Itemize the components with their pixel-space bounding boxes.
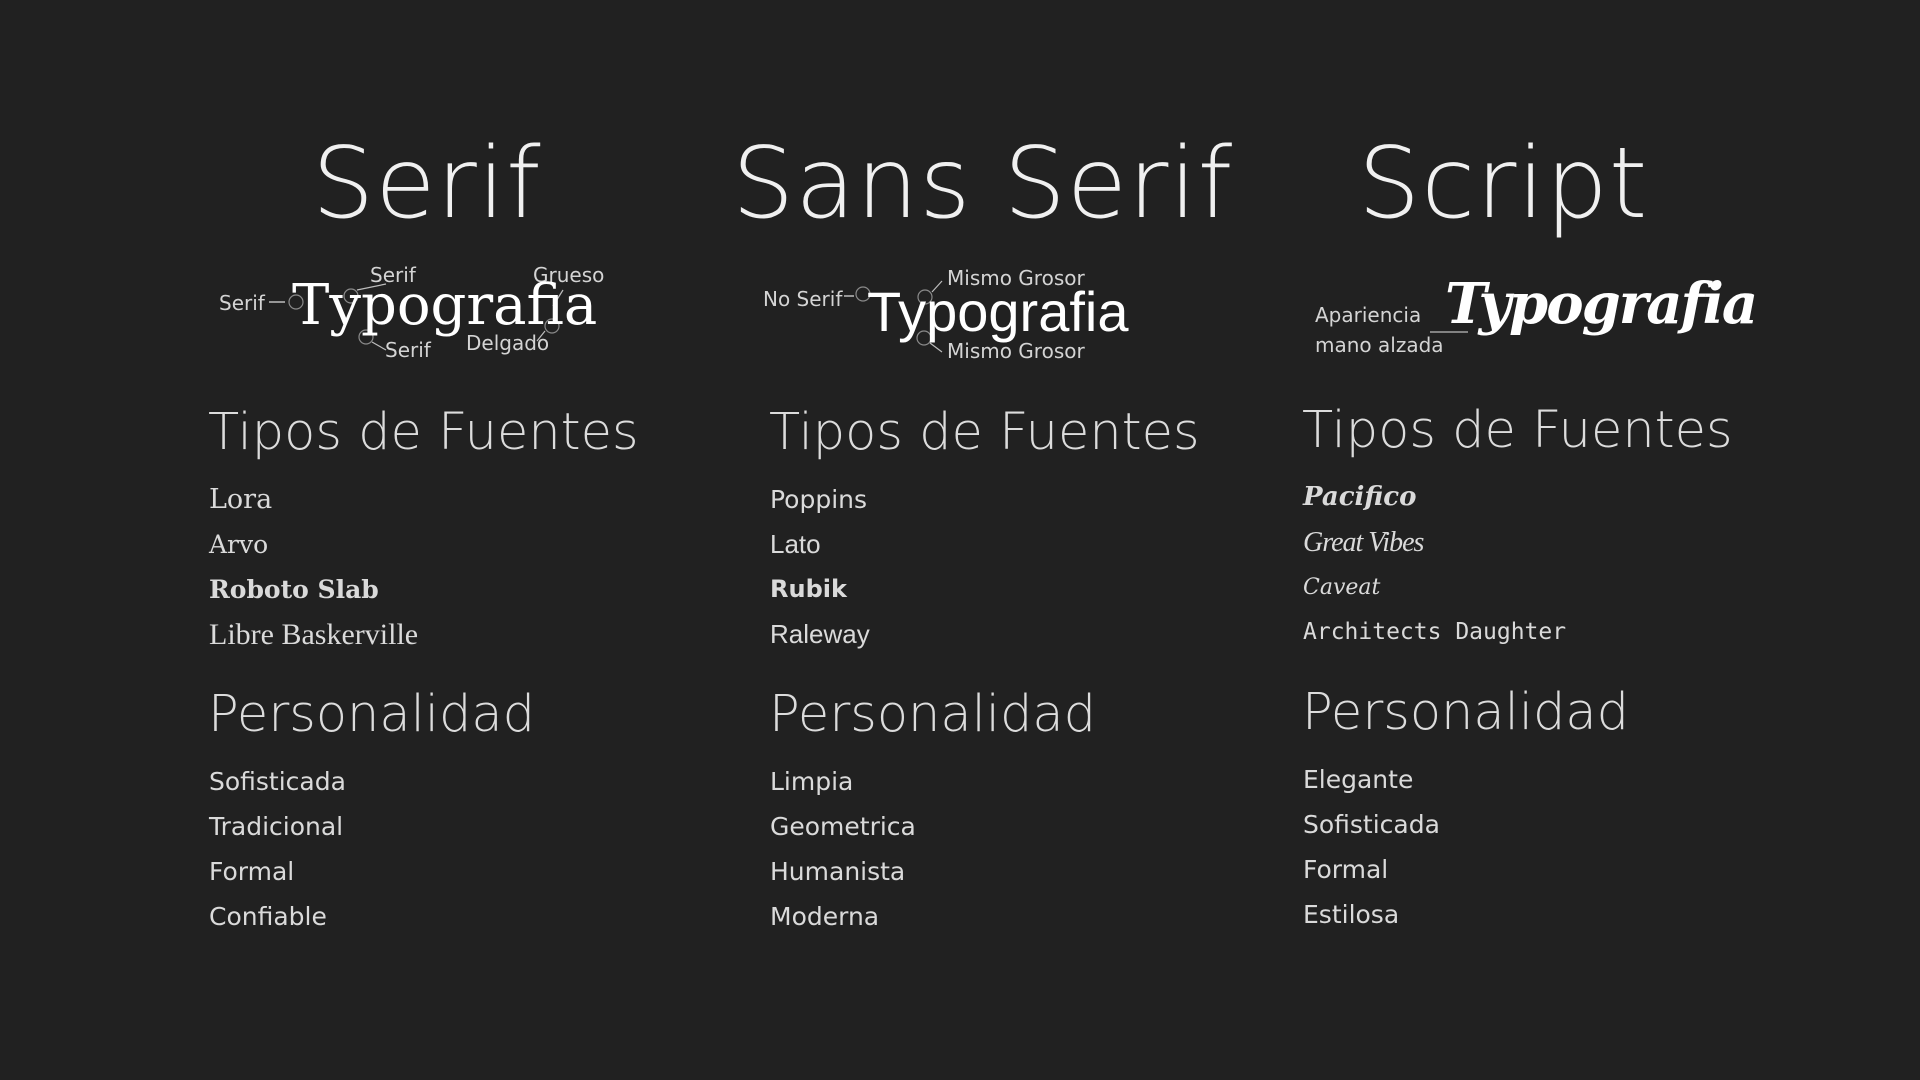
sans-font-list: Poppins Lato Rubik Raleway <box>770 477 870 657</box>
serif-annotation-bottom: Serif <box>385 338 431 362</box>
font-raleway: Raleway <box>770 619 870 649</box>
personality-item: Moderna <box>770 902 880 931</box>
personality-item: Formal <box>1303 855 1389 884</box>
script-annotation-line2: mano alzada <box>1315 333 1444 357</box>
font-libre-baskerville: Libre Baskerville <box>209 618 419 651</box>
personality-item: Humanista <box>770 857 906 886</box>
font-poppins: Poppins <box>770 485 868 514</box>
font-architects-daughter: Architects Daughter <box>1303 619 1567 645</box>
serif-title: Serif <box>312 127 542 241</box>
sans-annotation-left: No Serif <box>763 287 843 311</box>
personality-item: Sofisticada <box>209 767 346 796</box>
personality-item: Geometrica <box>770 812 916 841</box>
serif-specimen: Typografia <box>292 273 598 338</box>
sans-personality-heading: Personalidad <box>769 685 1096 744</box>
script-column: Script Apariencia mano alzada Typografia… <box>1280 0 1920 1080</box>
serif-fonts-heading: Tipos de Fuentes <box>208 403 639 462</box>
serif-personality-heading: Personalidad <box>208 685 535 744</box>
script-fonts-heading: Tipos de Fuentes <box>1302 401 1733 460</box>
personality-item: Limpia <box>770 767 854 796</box>
sans-serif-title: Sans Serif <box>732 127 1234 241</box>
personality-item: Estilosa <box>1303 900 1400 929</box>
sans-bottom-line <box>929 342 943 353</box>
personality-item: Elegante <box>1303 765 1414 794</box>
serif-font-list: Lora Arvo Roboto Slab Libre Baskerville <box>209 477 418 657</box>
font-lato: Lato <box>770 529 821 559</box>
personality-item: Tradicional <box>209 812 344 841</box>
personality-item: Formal <box>209 857 295 886</box>
sans-fonts-heading: Tipos de Fuentes <box>769 403 1200 462</box>
script-title: Script <box>1358 127 1649 241</box>
font-great-vibes: Great Vibes <box>1303 527 1424 558</box>
font-roboto-slab: Roboto Slab <box>209 575 379 604</box>
sans-personality-list: Limpia Geometrica Humanista Moderna <box>770 759 916 939</box>
serif-bottom-line <box>371 341 387 351</box>
sans-serif-specimen: Typografia <box>867 280 1129 343</box>
script-personality-heading: Personalidad <box>1302 683 1629 742</box>
font-rubik: Rubik <box>770 575 847 603</box>
script-font-list: Pacifico Great Vibes Caveat Architects D… <box>1303 475 1566 655</box>
personality-item: Confiable <box>209 902 327 931</box>
personality-item: Sofisticada <box>1303 810 1440 839</box>
font-lora: Lora <box>209 484 273 515</box>
script-personality-list: Elegante Sofisticada Formal Estilosa <box>1303 757 1440 937</box>
script-specimen: Typografia <box>1445 271 1758 337</box>
font-arvo: Arvo <box>209 530 269 559</box>
script-annotation-line1: Apariencia <box>1315 303 1422 327</box>
serif-annotation-left: Serif <box>219 291 265 315</box>
font-caveat: Caveat <box>1303 575 1381 600</box>
serif-column: Serif Serif Serif Grueso Serif Delgado T… <box>0 0 640 1080</box>
serif-personality-list: Sofisticada Tradicional Formal Confiable <box>209 759 346 939</box>
sans-annotation-bottom: Mismo Grosor <box>947 339 1085 363</box>
font-pacifico: Pacifico <box>1303 482 1417 512</box>
sans-serif-column: Sans Serif No Serif Mismo Grosor Mismo G… <box>640 0 1280 1080</box>
